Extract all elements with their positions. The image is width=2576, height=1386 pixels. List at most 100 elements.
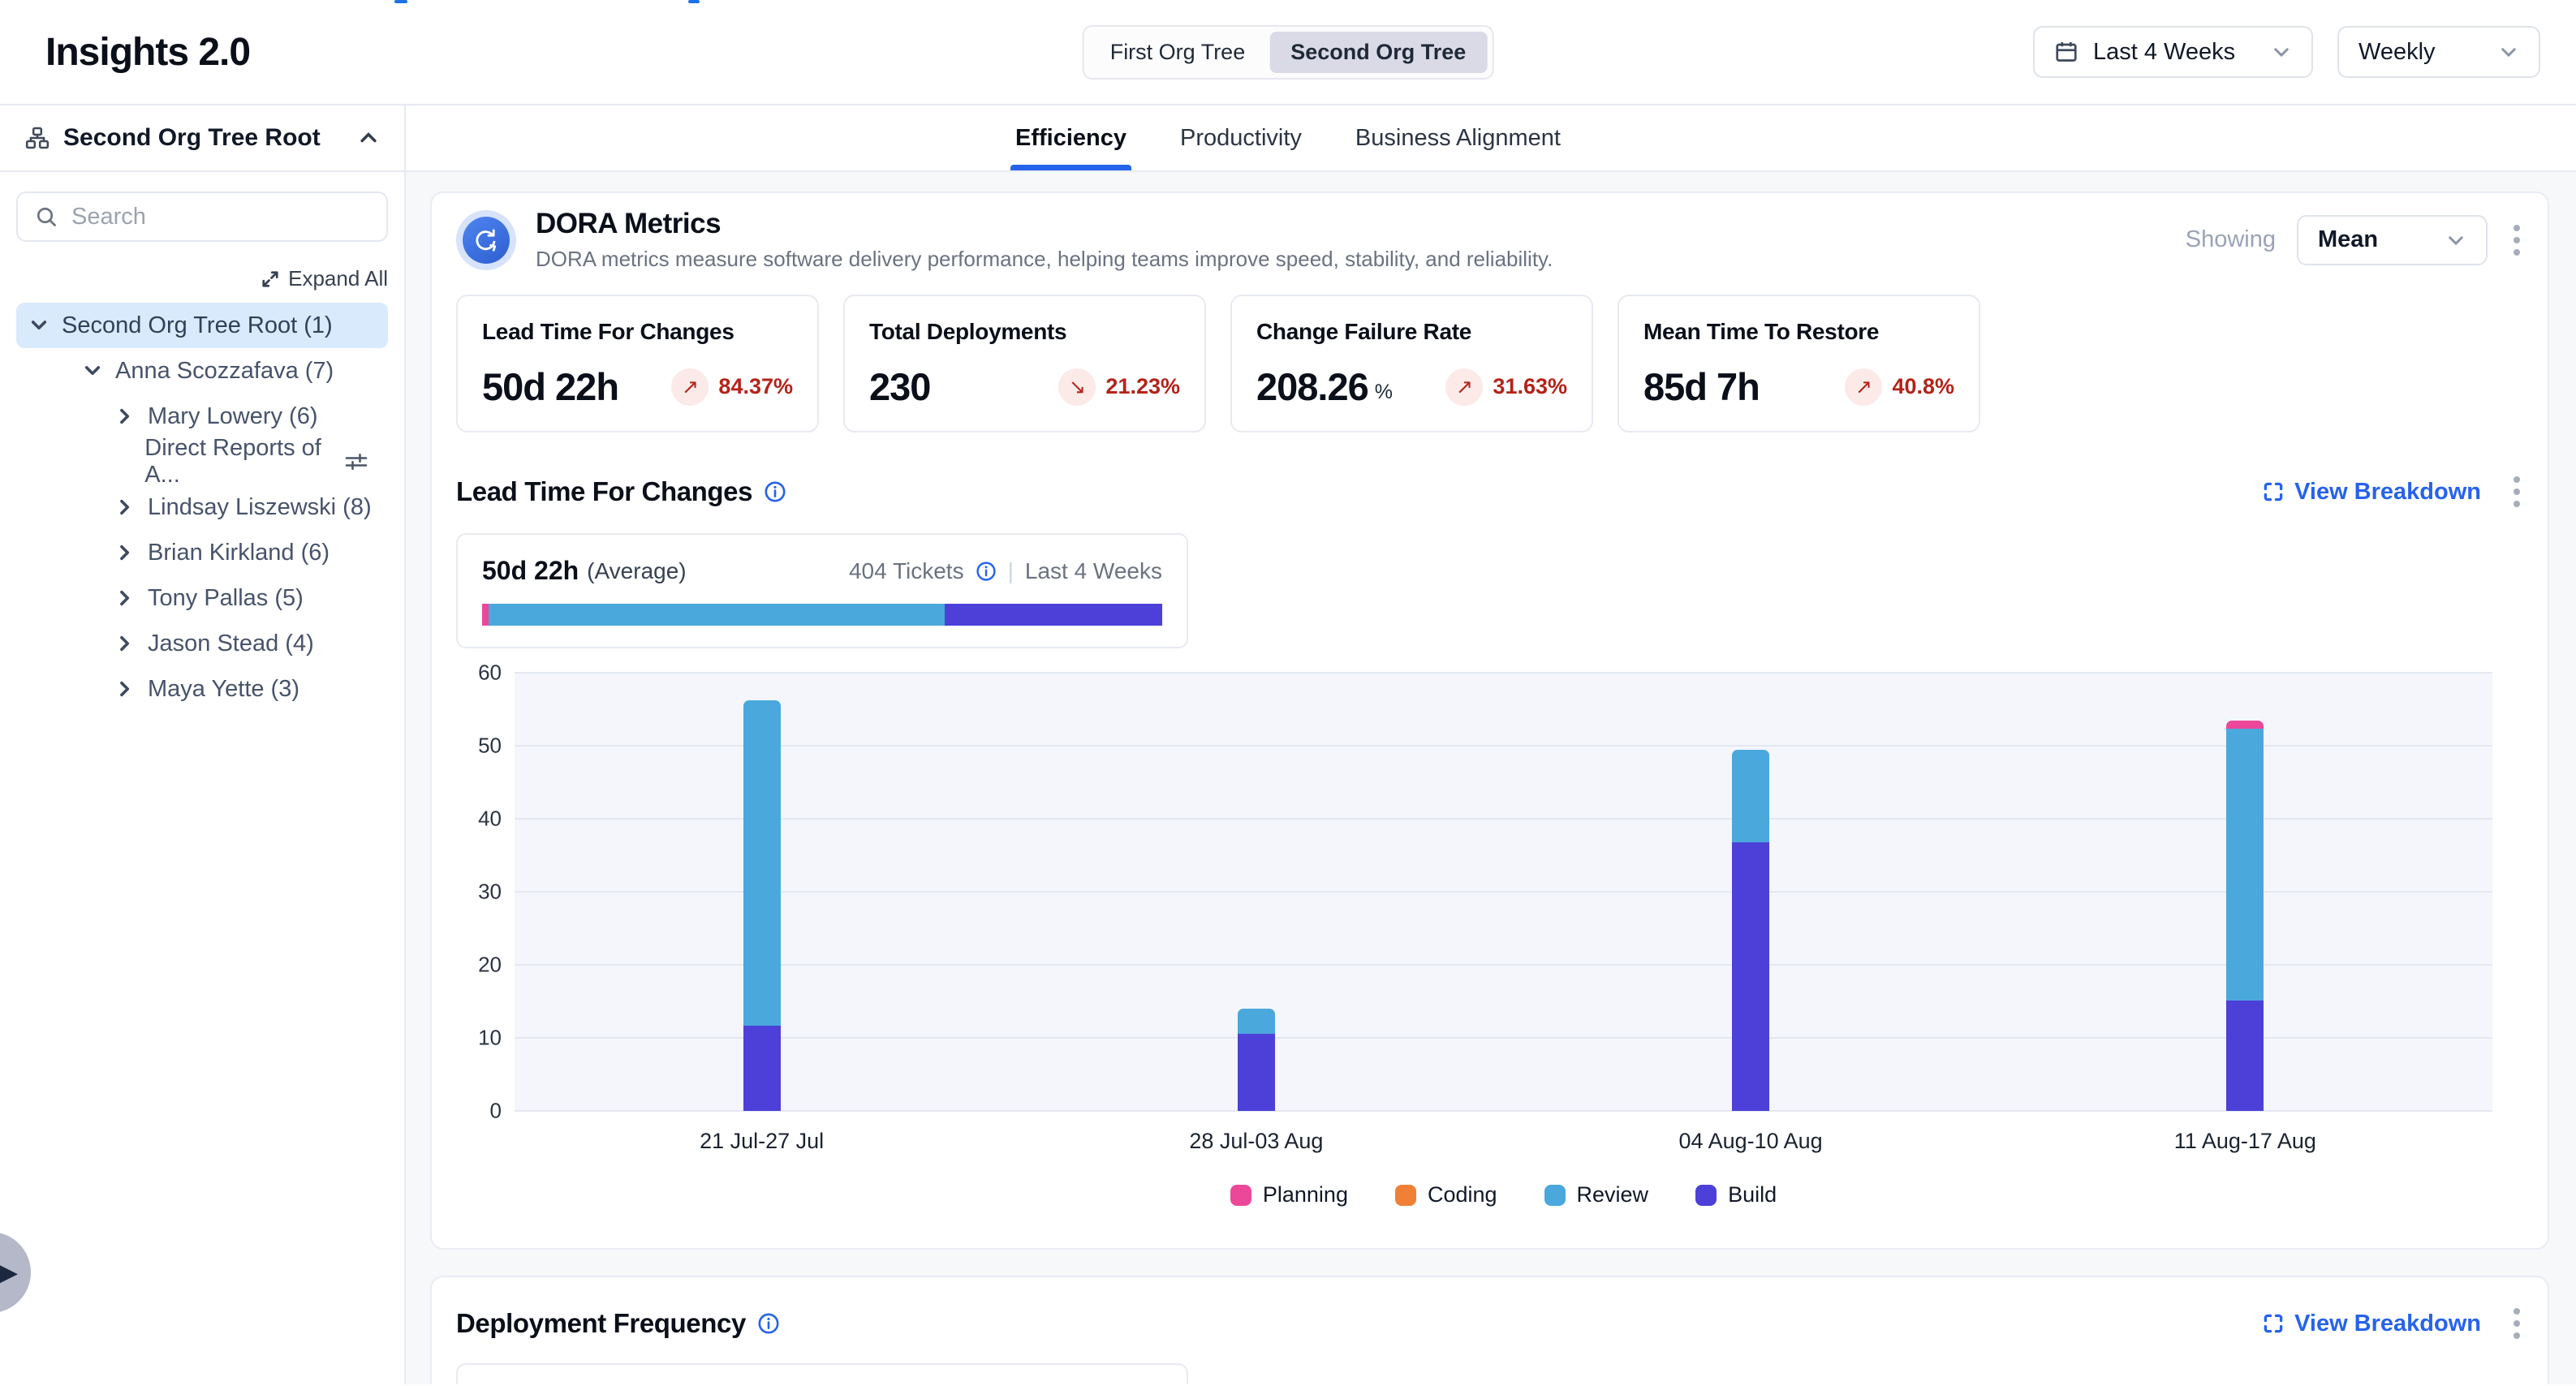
tab-business-alignment[interactable]: Business Alignment xyxy=(1355,105,1561,170)
showing-label: Showing xyxy=(2186,226,2276,253)
tab-productivity[interactable]: Productivity xyxy=(1180,105,1302,170)
info-icon[interactable] xyxy=(976,561,997,582)
lead-time-kebab-menu[interactable] xyxy=(2509,471,2525,512)
insights-app: Insights 2.0 First Org Tree Second Org T… xyxy=(0,0,2576,1386)
y-axis-tick-label: 10 xyxy=(456,1026,502,1051)
stat-card-title: Change Failure Rate xyxy=(1256,319,1567,345)
tree-item-label: Jason Stead (4) xyxy=(148,631,314,657)
trend-badge: ↗40.8% xyxy=(1845,368,1954,406)
info-icon[interactable] xyxy=(764,480,786,503)
tree-item-brian-kirkland-6[interactable]: Brian Kirkland (6) xyxy=(16,530,388,575)
legend-item-review[interactable]: Review xyxy=(1544,1182,1649,1207)
granularity-select[interactable]: Weekly xyxy=(2337,26,2540,78)
tree-item-lindsay-liszewski-8[interactable]: Lindsay Liszewski (8) xyxy=(16,484,388,530)
expand-all-button[interactable]: Expand All xyxy=(16,266,388,291)
chevron-right-icon[interactable] xyxy=(114,678,136,699)
deployment-summary-card xyxy=(456,1363,1188,1384)
filter-sliders-icon[interactable] xyxy=(344,450,368,474)
stat-card-lead-time-for-changes: Lead Time For Changes50d 22h↗84.37% xyxy=(456,295,819,433)
lead-time-chart: 010203040506021 Jul-27 Jul28 Jul-03 Aug0… xyxy=(456,673,2525,1233)
tree-item-label: Mary Lowery (6) xyxy=(148,403,318,430)
legend-swatch xyxy=(1695,1185,1717,1206)
toggle-second-org-tree[interactable]: Second Org Tree xyxy=(1269,32,1487,73)
lead-time-average-value: 50d 22h xyxy=(482,556,579,586)
chevron-down-icon[interactable] xyxy=(81,360,104,381)
toggle-first-org-tree[interactable]: First Org Tree xyxy=(1089,32,1267,73)
top-bar: Insights 2.0 First Org Tree Second Org T… xyxy=(0,0,2576,105)
view-breakdown-label: View Breakdown xyxy=(2294,479,2481,506)
x-axis-tick-label: 11 Aug-17 Aug xyxy=(2174,1129,2316,1154)
chevron-down-icon[interactable] xyxy=(28,315,50,336)
legend-label: Build xyxy=(1728,1182,1777,1207)
stacked-bar-11-aug-17-aug[interactable] xyxy=(2226,721,2264,1111)
stacked-bar-28-jul-03-aug[interactable] xyxy=(1238,1009,1275,1111)
y-axis-tick-label: 20 xyxy=(456,953,502,978)
sidebar-header: Second Org Tree Root xyxy=(0,105,406,170)
bar-segment-review xyxy=(2226,729,2264,1001)
chevron-right-icon[interactable] xyxy=(114,497,136,518)
stat-card-value: 230 xyxy=(869,364,930,409)
main-content: DORA Metrics DORA metrics measure softwa… xyxy=(406,172,2576,1384)
aggregation-select[interactable]: Mean xyxy=(2297,215,2488,265)
trend-badge: ↗31.63% xyxy=(1445,368,1567,406)
deployment-kebab-menu[interactable] xyxy=(2509,1303,2525,1344)
search-icon xyxy=(34,204,58,229)
lead-time-view-breakdown-button[interactable]: View Breakdown xyxy=(2262,479,2481,506)
chart-plot-area xyxy=(515,673,2492,1111)
chevron-right-icon[interactable] xyxy=(114,588,136,609)
legend-label: Coding xyxy=(1428,1182,1497,1207)
gridline xyxy=(515,745,2492,747)
legend-label: Review xyxy=(1577,1182,1649,1207)
bar-segment-planning xyxy=(2226,721,2264,729)
tree-item-tony-pallas-5[interactable]: Tony Pallas (5) xyxy=(16,575,388,621)
page-title: Insights 2.0 xyxy=(45,30,250,75)
chevron-right-icon[interactable] xyxy=(114,542,136,563)
deployment-view-breakdown-button[interactable]: View Breakdown xyxy=(2262,1311,2481,1337)
chevron-right-icon[interactable] xyxy=(114,406,136,427)
tree-item-mary-lowery-6[interactable]: Mary Lowery (6) xyxy=(16,394,388,439)
info-icon[interactable] xyxy=(757,1312,780,1335)
y-axis-tick-label: 40 xyxy=(456,807,502,832)
separator: | xyxy=(1008,558,1014,584)
bar-segment-build xyxy=(743,1026,781,1111)
sidebar-collapse-chevron-up-icon[interactable] xyxy=(357,127,380,149)
dora-title: DORA Metrics xyxy=(536,208,1553,240)
lead-time-average-qualifier: (Average) xyxy=(587,558,686,584)
chevron-down-icon xyxy=(2498,41,2519,62)
tree-item-direct-reports-of-a[interactable]: Direct Reports of A... xyxy=(16,439,388,484)
legend-swatch xyxy=(1230,1185,1251,1206)
top-bar-controls: Last 4 Weeks Weekly xyxy=(2033,26,2540,78)
calendar-icon xyxy=(2054,40,2078,64)
stat-card-change-failure-rate: Change Failure Rate208.26%↗31.63% xyxy=(1230,295,1593,433)
stat-card-value: 85d 7h xyxy=(1643,364,1760,409)
gridline xyxy=(515,964,2492,966)
tree-item-anna-scozzafava-7[interactable]: Anna Scozzafava (7) xyxy=(16,348,388,394)
tab-efficiency[interactable]: Efficiency xyxy=(1015,105,1126,170)
dora-kebab-menu[interactable] xyxy=(2509,220,2525,260)
stat-card-title: Lead Time For Changes xyxy=(482,319,793,345)
tree-item-label: Lindsay Liszewski (8) xyxy=(148,494,372,521)
chevron-right-icon[interactable] xyxy=(114,633,136,654)
legend-item-build[interactable]: Build xyxy=(1695,1182,1777,1207)
legend-item-coding[interactable]: Coding xyxy=(1395,1182,1497,1207)
main-tabs: Efficiency Productivity Business Alignme… xyxy=(1015,105,1561,170)
tree-item-jason-stead-4[interactable]: Jason Stead (4) xyxy=(16,621,388,666)
deployment-section-title: Deployment Frequency xyxy=(456,1308,746,1339)
trend-badge: ↘21.23% xyxy=(1058,368,1180,406)
bar-segment-build xyxy=(2226,1001,2264,1111)
sub-bar: Second Org Tree Root Efficiency Producti… xyxy=(0,105,2576,172)
phase-segment-build xyxy=(945,604,1162,626)
trend-up-arrow-icon: ↗ xyxy=(1845,368,1882,406)
tree-item-maya-yette-3[interactable]: Maya Yette (3) xyxy=(16,666,388,712)
legend-item-planning[interactable]: Planning xyxy=(1230,1182,1348,1207)
stacked-bar-04-aug-10-aug[interactable] xyxy=(1732,750,1769,1111)
stacked-bar-21-jul-27-jul[interactable] xyxy=(743,700,781,1111)
tree-item-second-org-tree-root-1[interactable]: Second Org Tree Root (1) xyxy=(16,303,388,348)
y-axis-tick-label: 60 xyxy=(456,661,502,686)
play-triangle-icon: ▶ xyxy=(0,1259,18,1287)
legend-label: Planning xyxy=(1263,1182,1348,1207)
bar-segment-review xyxy=(1238,1009,1275,1034)
expand-all-label: Expand All xyxy=(288,266,388,291)
search-input[interactable] xyxy=(71,204,377,230)
date-range-select[interactable]: Last 4 Weeks xyxy=(2033,26,2313,78)
